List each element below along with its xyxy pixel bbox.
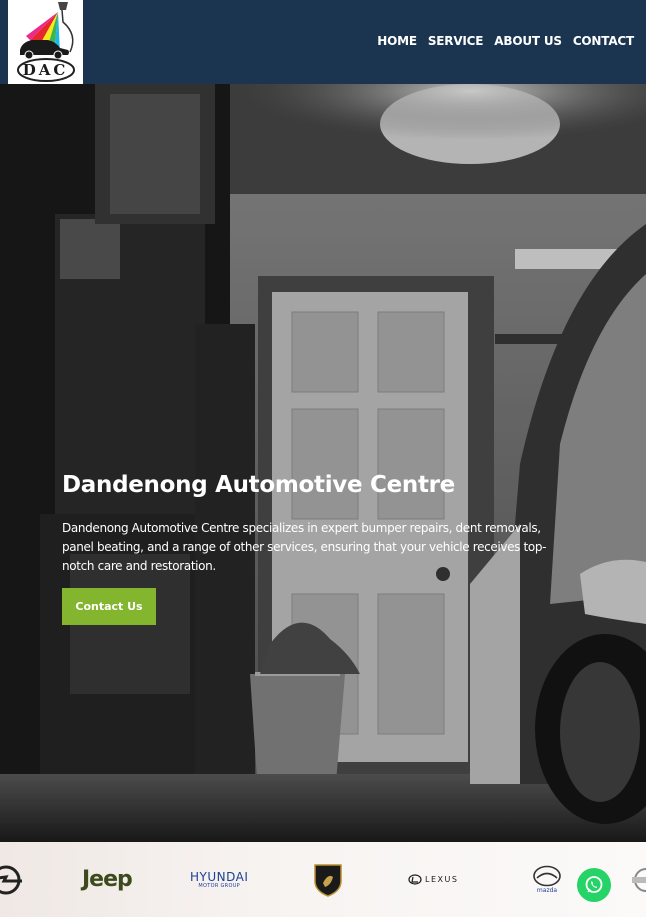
- whatsapp-chat-button[interactable]: [577, 868, 611, 902]
- nav-about-us[interactable]: ABOUT US: [494, 34, 562, 48]
- mazda-emblem-icon: [533, 865, 561, 887]
- nav-home[interactable]: HOME: [377, 34, 417, 48]
- hero-description: Dandenong Automotive Centre specializes …: [62, 521, 547, 573]
- opel-logo-icon: [0, 842, 24, 917]
- garage-background-image: [0, 84, 646, 842]
- lexus-emblem-icon: [408, 874, 422, 885]
- site-header: DAC HOME SERVICE ABOUT US CONTACT: [0, 0, 646, 84]
- nav-contact[interactable]: CONTACT: [573, 34, 634, 48]
- jeep-logo: Jeep: [82, 842, 133, 917]
- hyundai-logo-text: HYUNDAI: [190, 869, 249, 884]
- contact-us-button[interactable]: Contact Us: [62, 588, 156, 625]
- lamborghini-logo-icon: [313, 842, 343, 917]
- hyundai-logo-subtext: MOTOR GROUP: [198, 882, 240, 889]
- hero-section: Dandenong Automotive Centre Dandenong Au…: [0, 84, 646, 842]
- jeep-logo-text: Jeep: [82, 867, 133, 892]
- main-nav: HOME SERVICE ABOUT US CONTACT: [377, 34, 634, 48]
- nissan-logo-icon: [632, 842, 646, 917]
- hero-title: Dandenong Automotive Centre: [62, 472, 455, 498]
- logo-text: DAC: [22, 61, 69, 79]
- mazda-logo: mazda: [532, 842, 562, 917]
- lexus-logo: LEXUS: [408, 842, 458, 917]
- brand-logos-strip: Jeep HYUNDAI MOTOR GROUP LEXUS mazda: [0, 842, 646, 917]
- hyundai-logo: HYUNDAI MOTOR GROUP: [190, 842, 248, 917]
- logo[interactable]: DAC: [8, 0, 83, 84]
- whatsapp-icon: [585, 876, 603, 893]
- lexus-logo-text: LEXUS: [425, 875, 459, 884]
- mazda-logo-text: mazda: [536, 887, 558, 894]
- nav-service[interactable]: SERVICE: [428, 34, 484, 48]
